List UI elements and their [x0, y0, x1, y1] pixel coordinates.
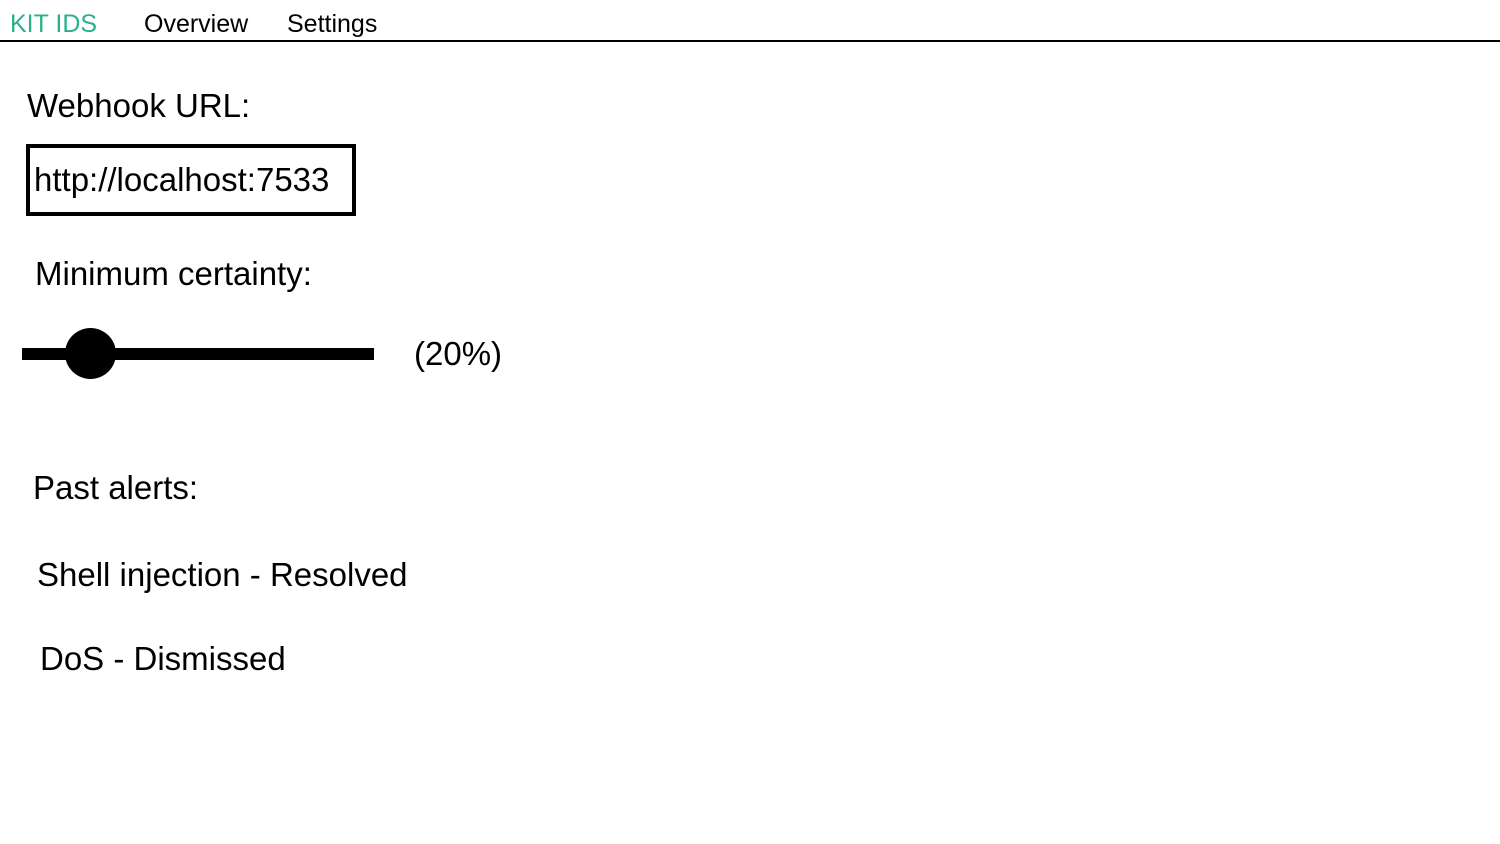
- minimum-certainty-slider[interactable]: [22, 328, 374, 380]
- alert-item-dos[interactable]: DoS - Dismissed: [40, 639, 286, 679]
- webhook-url-input[interactable]: [26, 144, 356, 216]
- nav-link-settings[interactable]: Settings: [287, 9, 377, 39]
- minimum-certainty-label: Minimum certainty:: [35, 255, 312, 292]
- brand-logo-text[interactable]: KIT IDS: [10, 9, 97, 39]
- webhook-url-label: Webhook URL:: [27, 87, 251, 124]
- nav-link-overview[interactable]: Overview: [144, 9, 248, 39]
- alert-item-shell-injection[interactable]: Shell injection - Resolved: [37, 555, 408, 595]
- past-alerts-label: Past alerts:: [33, 469, 199, 506]
- minimum-certainty-value: (20%): [414, 335, 503, 372]
- slider-thumb[interactable]: [65, 328, 116, 379]
- top-nav-bar: KIT IDS Overview Settings: [0, 0, 1500, 42]
